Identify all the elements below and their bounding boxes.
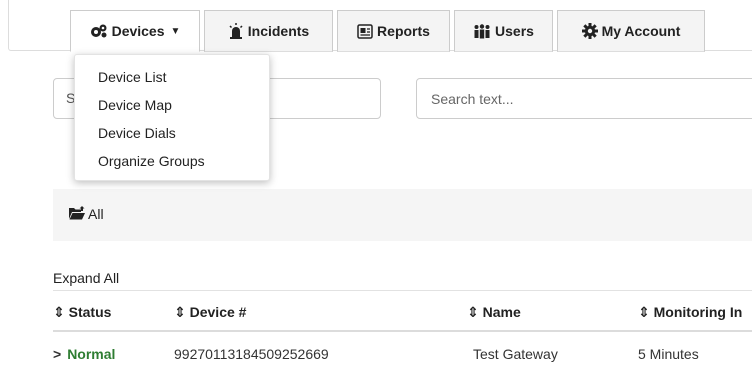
header-monitoring-label: Monitoring In — [653, 304, 743, 320]
tab-devices[interactable]: Devices ▼ — [70, 10, 200, 52]
status-badge: Normal — [67, 346, 116, 362]
tab-my-account[interactable]: My Account — [557, 10, 705, 52]
sort-icon: ⇕ — [638, 304, 650, 320]
chevron-down-icon: ▼ — [170, 25, 181, 37]
sort-monitoring-header[interactable]: ⇕ Monitoring In — [638, 304, 742, 321]
tab-reports[interactable]: Reports — [337, 10, 450, 52]
expand-all-link[interactable]: Expand All — [53, 270, 119, 286]
search-text-input[interactable] — [416, 78, 752, 119]
row-status-cell: > Normal — [53, 346, 115, 362]
tab-users-label: Users — [495, 23, 534, 39]
alarm-icon — [229, 23, 243, 39]
devices-dropdown-menu: Device List Device Map Device Dials Orga… — [74, 54, 270, 181]
row-name-cell: Test Gateway — [473, 346, 558, 362]
group-all-label[interactable]: All — [88, 206, 104, 222]
report-icon — [357, 23, 373, 39]
tab-incidents[interactable]: Incidents — [204, 10, 333, 52]
table-row[interactable]: > Normal 99270113184509252669 Test Gatewa… — [53, 332, 752, 375]
row-monitoring-cell: 5 Minutes — [638, 346, 699, 362]
header-name-label: Name — [482, 304, 521, 320]
header-device-label: Device # — [189, 304, 247, 320]
menu-item-device-list[interactable]: Device List — [75, 63, 269, 91]
devices-icon — [90, 24, 107, 38]
group-breadcrumb-bar: All — [53, 189, 752, 241]
tab-incidents-label: Incidents — [247, 23, 310, 39]
menu-item-device-dials[interactable]: Device Dials — [75, 119, 269, 147]
chevron-right-icon[interactable]: > — [53, 346, 61, 362]
sort-device-header[interactable]: ⇕ Device # — [174, 304, 246, 321]
menu-item-organize-groups[interactable]: Organize Groups — [75, 147, 269, 175]
table-header: ⇕ Status ⇕ Device # ⇕ Name ⇕ Monitoring … — [53, 290, 752, 332]
folder-open-icon[interactable] — [69, 206, 86, 220]
sort-status-header[interactable]: ⇕ Status — [53, 304, 111, 321]
row-device-cell: 99270113184509252669 — [174, 346, 329, 362]
sort-icon: ⇕ — [467, 304, 479, 320]
tab-devices-label: Devices — [111, 23, 165, 39]
device-table: ⇕ Status ⇕ Device # ⇕ Name ⇕ Monitoring … — [53, 290, 752, 375]
sort-icon: ⇕ — [174, 304, 186, 320]
sort-name-header[interactable]: ⇕ Name — [467, 304, 521, 321]
tab-reports-label: Reports — [377, 23, 430, 39]
menu-item-device-map[interactable]: Device Map — [75, 91, 269, 119]
tab-my-account-label: My Account — [601, 23, 681, 39]
users-icon — [474, 23, 490, 38]
tab-users[interactable]: Users — [454, 10, 553, 52]
gear-icon — [581, 23, 598, 39]
header-status-label: Status — [68, 304, 112, 320]
nav-tabs: Devices ▼ Incidents Reports Users My Acc… — [70, 10, 709, 52]
sort-icon: ⇕ — [53, 304, 65, 320]
